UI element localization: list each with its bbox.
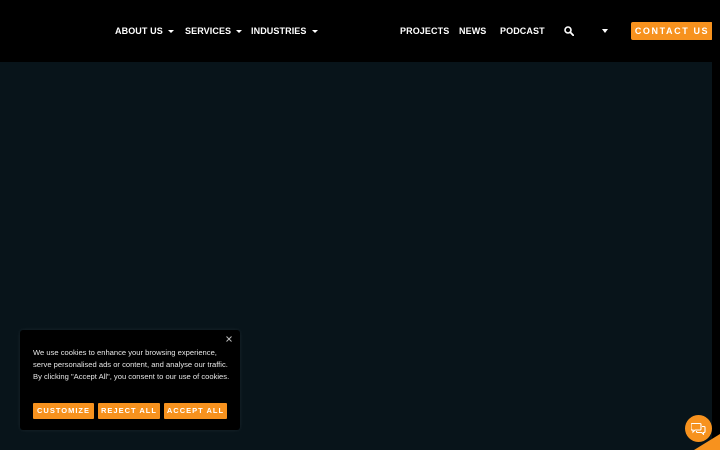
chevron-down-icon [311,29,318,33]
cookie-consent-popup: We use cookies to enhance your browsing … [20,330,240,430]
search-icon[interactable] [564,26,574,36]
nav-podcast[interactable]: PODCAST [500,24,545,38]
nav-news[interactable]: NEWS [459,24,486,38]
page: ABOUT US SERVICES INDUSTRIES PROJECTS NE… [0,0,720,450]
nav-industries[interactable]: INDUSTRIES [251,24,318,38]
customize-button[interactable]: CUSTOMIZE [33,403,94,419]
nav-about-us-label: ABOUT US [115,26,163,36]
language-dropdown-chevron-down-icon[interactable] [602,29,608,33]
accept-all-button[interactable]: ACCEPT ALL [164,403,227,419]
nav-news-label: NEWS [459,26,487,36]
nav-projects[interactable]: PROJECTS [400,24,449,38]
close-icon[interactable] [225,335,233,343]
site-header: ABOUT US SERVICES INDUSTRIES PROJECTS NE… [0,0,713,62]
nav-industries-label: INDUSTRIES [251,26,307,36]
chevron-down-icon [236,29,243,33]
nav-projects-label: PROJECTS [400,26,450,36]
reject-all-button[interactable]: REJECT ALL [98,403,160,419]
nav-podcast-label: PODCAST [500,26,545,36]
cookie-message: We use cookies to enhance your browsing … [33,348,230,381]
nav-services[interactable]: SERVICES [185,24,243,38]
nav-services-label: SERVICES [185,26,232,36]
nav-about-us[interactable]: ABOUT US [115,24,174,38]
contact-us-button[interactable]: CONTACT US [631,22,713,40]
corner-accent [694,434,720,450]
scrollbar[interactable] [712,0,720,450]
chevron-down-icon [167,29,174,33]
